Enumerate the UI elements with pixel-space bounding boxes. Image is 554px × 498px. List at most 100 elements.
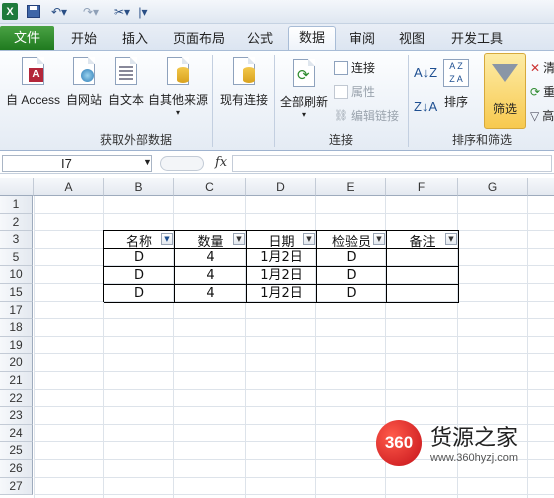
row-header-15[interactable]: 15 [0,284,33,302]
refresh-all-label: 全部刷新 [280,95,329,109]
table-cell[interactable]: 1月2日 [247,249,317,267]
sort-descending-button[interactable]: Z↓A [414,99,437,114]
table-cell[interactable]: 1月2日 [247,285,317,303]
filter-dropdown-icon[interactable]: ▼ [303,233,315,245]
row-header-25[interactable]: 25 [0,442,33,460]
column-header-c[interactable]: C [174,178,246,196]
row-header-1[interactable]: 1 [0,196,33,214]
table-cell[interactable]: 4 [175,249,247,267]
row-header-24[interactable]: 24 [0,424,33,443]
row-header-5[interactable]: 5 [0,248,33,267]
column-header-e[interactable]: E [316,178,386,196]
database-icon [167,57,189,85]
formula-expand-control[interactable] [160,156,204,171]
column-header-d[interactable]: D [246,178,316,196]
undo-icon[interactable]: ↶▾ [48,3,70,20]
text-file-icon [115,57,137,85]
header-cell-notes[interactable]: 备注 ▼ [387,231,459,250]
from-access-label: 自 Access [6,93,61,107]
refresh-all-button[interactable]: ⟳ 全部刷新 ▾ [280,59,328,119]
tab-view[interactable]: 视图 [392,28,432,50]
row-gridline [34,476,554,478]
tab-formulas[interactable]: 公式 [240,28,280,50]
insert-function-icon[interactable]: fx [215,155,227,170]
row-header-19[interactable]: 19 [0,336,33,355]
row-header-18[interactable]: 18 [0,319,33,337]
row-header-2[interactable]: 2 [0,213,33,232]
filter-dropdown-icon[interactable]: ▼ [233,233,245,245]
select-all-corner[interactable] [0,178,34,196]
edit-links-button[interactable]: ⛓ 编辑链接 [334,107,399,124]
redo-icon[interactable]: ↷▾ [80,3,102,20]
header-cell-date[interactable]: 日期 ▼ [247,231,317,250]
filter-dropdown-icon[interactable]: ▼ [373,233,385,245]
from-web-button[interactable]: 自网站 [64,57,104,108]
advanced-filter-button[interactable]: ▽ 高 [530,107,554,124]
row-header-20[interactable]: 20 [0,354,33,372]
name-box-dropdown-icon[interactable]: ▼ [143,157,152,167]
row-header-21[interactable]: 21 [0,372,33,390]
sort-button[interactable]: A ZZ A 排序 [442,59,470,110]
column-header-g[interactable]: G [458,178,528,196]
formula-input[interactable] [232,155,552,172]
table-cell[interactable]: D [104,249,175,267]
refresh-icon: ⟳ [293,59,315,87]
tab-developer[interactable]: 开发工具 [444,28,510,50]
table-cell[interactable]: D [317,267,387,285]
name-box[interactable]: I7 [2,155,152,172]
clear-label: 清 [543,61,554,75]
column-header-f[interactable]: F [386,178,458,196]
tools-icon[interactable]: ✂▾ [110,3,134,20]
row-header-22[interactable]: 22 [0,389,33,408]
from-access-button[interactable]: A 自 Access [6,57,60,108]
row-header-27[interactable]: 27 [0,477,33,496]
table-cell[interactable]: D [104,267,175,285]
table-cell[interactable]: 1月2日 [247,267,317,285]
row-header-23[interactable]: 23 [0,407,33,425]
tab-data[interactable]: 数据 [288,26,336,50]
clear-filter-button[interactable]: ✕ 清 [530,59,554,76]
column-gridline [34,196,35,498]
tab-page-layout[interactable]: 页面布局 [166,28,232,50]
table-cell[interactable]: D [317,249,387,267]
reapply-button[interactable]: ⟳ 重 [530,83,554,100]
row-header-26[interactable]: 26 [0,460,33,478]
from-other-sources-button[interactable]: 自其他来源 ▾ [148,57,208,117]
customize-qat-icon[interactable]: |▾ [138,3,148,20]
row-header-3[interactable]: 3 [0,231,33,249]
worksheet-grid[interactable]: A B C D E F G 1 2 3 5 10 15 17 18 19 20 21 22 23 24 25… [0,178,554,498]
save-icon[interactable] [26,3,40,20]
table-cell[interactable]: D [317,285,387,303]
header-cell-quantity[interactable]: 数量 ▼ [175,231,247,250]
excel-logo-icon[interactable]: X [2,3,18,20]
table-cell[interactable]: 4 [175,285,247,303]
header-cell-inspector[interactable]: 检验员 ▼ [317,231,387,250]
table-cell[interactable]: D [104,285,175,303]
tab-file[interactable]: 文件 [0,26,54,50]
table-cell[interactable] [387,285,459,303]
row-header-10[interactable]: 10 [0,266,33,284]
tab-home[interactable]: 开始 [62,28,106,50]
filter-dropdown-icon[interactable]: ▼ [445,233,457,245]
table-cell[interactable]: 4 [175,267,247,285]
existing-connections-button[interactable]: 现有连接 [220,57,268,108]
table-cell[interactable] [387,267,459,285]
table-cell[interactable] [387,249,459,267]
tab-review[interactable]: 审阅 [342,28,382,50]
properties-button[interactable]: 属性 [334,83,375,100]
tab-insert[interactable]: 插入 [113,28,157,50]
column-header-a[interactable]: A [34,178,104,196]
ribbon-separator [408,55,409,147]
column-header-b[interactable]: B [104,178,174,196]
from-text-button[interactable]: 自文本 [106,57,146,108]
reapply-label: 重 [543,85,554,99]
column-header-h[interactable] [528,178,554,196]
filter-button[interactable]: 筛选 [484,53,526,129]
header-inspector-label: 检验员 [331,235,371,250]
sort-ascending-button[interactable]: A↓Z [414,65,437,80]
filter-active-icon[interactable]: ▼ [161,233,173,245]
row-header-17[interactable]: 17 [0,301,33,320]
row-gridline [34,388,554,390]
header-cell-name[interactable]: 名称 ▼ [104,231,175,250]
connections-button[interactable]: 连接 [334,59,375,76]
